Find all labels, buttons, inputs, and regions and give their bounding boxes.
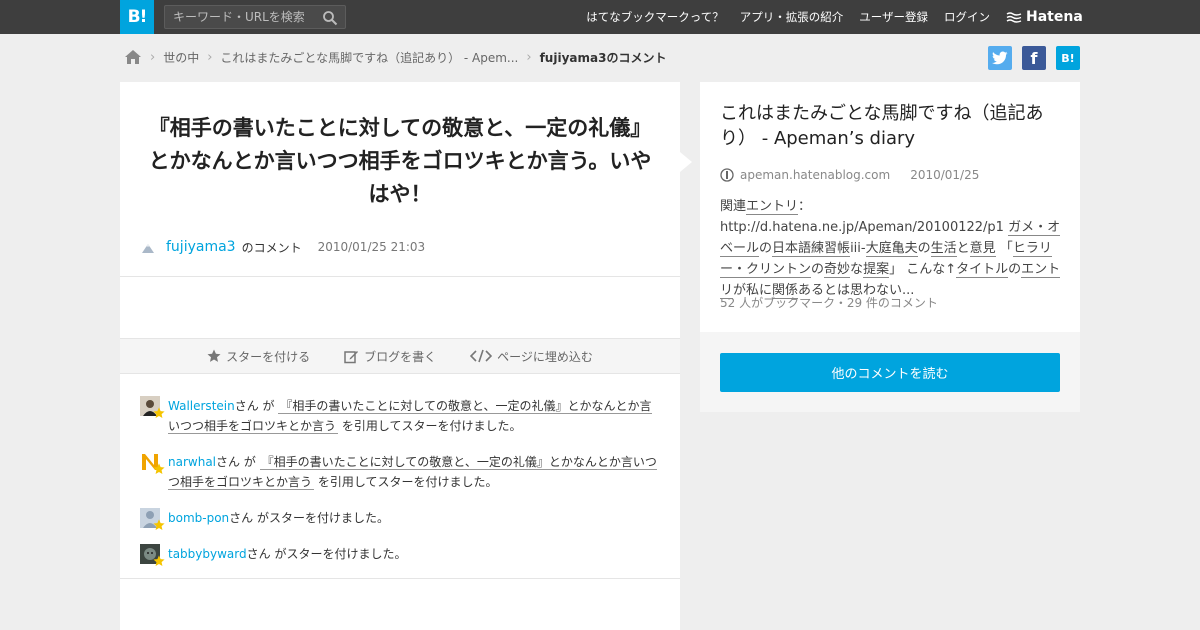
entry-summary: 関連エントリ：http://d.hatena.ne.jp/Apeman/2010… bbox=[720, 196, 1065, 301]
star-icon bbox=[207, 349, 221, 362]
comment-actions: スターを付ける ブログを書く ページに埋め込む bbox=[120, 338, 680, 374]
star-icon bbox=[153, 519, 165, 531]
comment-date[interactable]: 2010/01/25 21:03 bbox=[318, 240, 426, 254]
chevron-right-icon: › bbox=[207, 49, 213, 65]
search-box bbox=[164, 5, 346, 29]
star-text: さん がスターを付けました。 bbox=[246, 547, 407, 561]
nav-register[interactable]: ユーザー登録 bbox=[859, 9, 928, 25]
nav-apps[interactable]: アプリ・拡張の紹介 bbox=[740, 9, 844, 25]
comment-author-suffix: のコメント bbox=[241, 240, 302, 255]
comment-author-name[interactable]: fujiyama3 bbox=[166, 239, 236, 255]
entry-title[interactable]: これはまたみごとな馬脚ですね（追記あり） - Apeman’s diary bbox=[720, 101, 1065, 151]
star-user-name[interactable]: Wallerstein bbox=[168, 399, 235, 413]
divider bbox=[120, 578, 680, 579]
twitter-icon bbox=[992, 51, 1008, 65]
star-list-item: tabbybywardさん がスターを付けました。 bbox=[140, 544, 660, 567]
star-text-suffix: を引用してスターを付けました。 bbox=[317, 475, 498, 489]
comment-text: 『相手の書いたことに対しての敬意と、一定の礼儀』とかなんとか言いつつ相手をゴロツ… bbox=[148, 116, 652, 206]
hatena-bookmark-button[interactable]: B! bbox=[1056, 46, 1080, 70]
summary-keyword-link[interactable]: 提案 bbox=[863, 262, 890, 278]
star-text: さん が bbox=[216, 455, 256, 469]
breadcrumb: › 世の中 › これはまたみごとな馬脚ですね（追記あり） - Apem... ›… bbox=[124, 46, 666, 68]
embed-button[interactable]: ページに埋め込む bbox=[470, 348, 593, 365]
star-user-name[interactable]: tabbybyward bbox=[168, 547, 247, 561]
summary-text: の bbox=[917, 241, 931, 256]
breadcrumb-entry[interactable]: これはまたみごとな馬脚ですね（追記あり） - Apem... bbox=[220, 49, 518, 66]
entry-domain[interactable]: apeman.hatenablog.com bbox=[740, 168, 890, 182]
summary-text: の bbox=[759, 241, 773, 256]
hatena-mark-icon bbox=[1006, 12, 1022, 23]
summary-text: 関連 bbox=[720, 199, 747, 214]
header-nav: はてなブックマークって？ アプリ・拡張の紹介 ユーザー登録 ログイン bbox=[586, 0, 990, 34]
summary-text: の bbox=[1008, 262, 1022, 277]
comment-card: 『相手の書いたことに対しての敬意と、一定の礼儀』とかなんとか言いつつ相手をゴロツ… bbox=[120, 82, 680, 630]
breadcrumb-current: fujiyama3のコメント bbox=[539, 50, 667, 65]
summary-text: iii- bbox=[850, 241, 866, 256]
summary-keyword-link[interactable]: 日本語 bbox=[772, 241, 812, 257]
chevron-right-icon: › bbox=[526, 49, 532, 65]
divider bbox=[120, 276, 680, 277]
facebook-icon: f bbox=[1030, 48, 1038, 68]
entry-meta: apeman.hatenablog.com 2010/01/25 bbox=[720, 166, 979, 184]
hatena-brand[interactable]: Hatena bbox=[1006, 0, 1083, 34]
star-text: さん がスターを付けました。 bbox=[229, 511, 389, 525]
write-blog-label: ブログを書く bbox=[364, 349, 437, 364]
summary-keyword-link[interactable]: エントリ bbox=[746, 199, 799, 215]
star-user-name[interactable]: narwhal bbox=[168, 455, 216, 469]
summary-text: 「 bbox=[995, 241, 1013, 256]
star-list-item: bomb-ponさん がスターを付けました。 bbox=[140, 508, 660, 531]
card-pointer bbox=[680, 152, 692, 172]
favicon-icon bbox=[720, 168, 734, 182]
summary-text: と bbox=[956, 241, 970, 256]
summary-text: の bbox=[811, 262, 825, 277]
summary-keyword-link[interactable]: 大庭亀夫 bbox=[865, 241, 918, 257]
hatena-bookmark-icon: B! bbox=[1061, 51, 1075, 65]
star-list-item: narwhalさん が 『相手の書いたことに対しての敬意と、一定の礼儀』とかなん… bbox=[140, 452, 660, 492]
hatena-brand-label: Hatena bbox=[1026, 9, 1083, 25]
entry-card-footer: 他のコメントを読む bbox=[700, 332, 1080, 412]
star-icon bbox=[153, 463, 165, 475]
add-star-button[interactable]: スターを付ける bbox=[207, 348, 310, 365]
star-text: さん が bbox=[234, 399, 275, 413]
read-other-comments-button[interactable]: 他のコメントを読む bbox=[720, 353, 1060, 392]
global-header: B! はてなブックマークって？ アプリ・拡張の紹介 ユーザー登録 ログイン Ha… bbox=[0, 0, 1200, 34]
summary-text: 」 こんな↑ bbox=[889, 262, 957, 277]
summary-keyword-link[interactable]: 意見 bbox=[969, 241, 996, 257]
facebook-share-button[interactable]: f bbox=[1022, 46, 1046, 70]
edit-icon bbox=[344, 350, 359, 363]
summary-keyword-link[interactable]: タイトル bbox=[956, 262, 1009, 278]
star-list-item: Wallersteinさん が 『相手の書いたことに対しての敬意と、一定の礼儀』… bbox=[140, 396, 660, 436]
share-buttons: f B! bbox=[988, 46, 1080, 70]
star-user-name[interactable]: bomb-pon bbox=[168, 511, 229, 525]
entry-date: 2010/01/25 bbox=[910, 168, 980, 182]
star-icon bbox=[153, 407, 165, 419]
add-star-label: スターを付ける bbox=[226, 349, 311, 364]
summary-text: な bbox=[850, 262, 864, 277]
chevron-right-icon: › bbox=[150, 49, 156, 65]
summary-keyword-link[interactable]: 生活 bbox=[930, 241, 957, 257]
summary-keyword-link[interactable]: 練習帳 bbox=[811, 241, 851, 257]
breadcrumb-category[interactable]: 世の中 bbox=[163, 49, 199, 66]
summary-keyword-link[interactable]: 奇妙 bbox=[824, 262, 851, 278]
user-avatar-icon[interactable] bbox=[140, 239, 156, 255]
star-list: Wallersteinさん が 『相手の書いたことに対しての敬意と、一定の礼儀』… bbox=[140, 396, 660, 580]
embed-label: ページに埋め込む bbox=[497, 349, 593, 364]
code-icon bbox=[470, 349, 493, 363]
nav-login[interactable]: ログイン bbox=[944, 9, 990, 25]
search-input[interactable] bbox=[165, 6, 315, 28]
entry-card: これはまたみごとな馬脚ですね（追記あり） - Apeman’s diary ap… bbox=[700, 82, 1080, 412]
star-icon bbox=[153, 555, 165, 567]
star-text-suffix: を引用してスターを付けました。 bbox=[341, 419, 522, 433]
home-icon[interactable] bbox=[124, 49, 142, 65]
entry-stats: 52 人がブックマーク・29 件のコメント bbox=[720, 296, 938, 310]
write-blog-button[interactable]: ブログを書く bbox=[344, 348, 436, 365]
twitter-share-button[interactable] bbox=[988, 46, 1012, 70]
hatena-bookmark-logo[interactable]: B! bbox=[120, 0, 154, 34]
search-icon[interactable] bbox=[322, 10, 338, 26]
comment-author-row: fujiyama3 のコメント 2010/01/25 21:03 bbox=[140, 236, 425, 258]
nav-about[interactable]: はてなブックマークって？ bbox=[586, 9, 723, 25]
